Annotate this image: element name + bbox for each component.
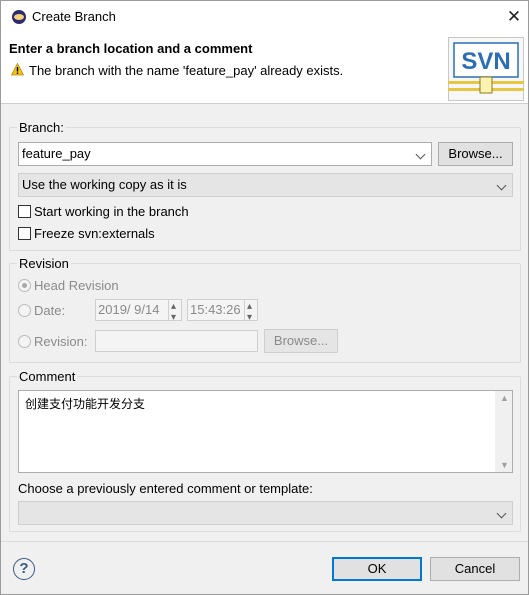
window-title: Create Branch: [32, 9, 116, 24]
comment-text: 创建支付功能开发分支: [25, 397, 146, 411]
footer-divider: [1, 541, 528, 542]
revision-browse-button[interactable]: Browse...: [264, 329, 338, 353]
head-revision-label[interactable]: Head Revision: [34, 278, 119, 293]
branch-location-value: feature_pay: [22, 146, 91, 161]
header-title: Enter a branch location and a comment: [9, 41, 253, 56]
svn-logo-text: SVN: [461, 48, 510, 75]
date-value: 2019/ 9/14: [98, 302, 160, 317]
chevron-down-icon[interactable]: [496, 174, 508, 196]
time-spinner-icon[interactable]: [244, 297, 257, 328]
date-picker[interactable]: 2019/ 9/14: [95, 297, 182, 328]
create-branch-dialog: Create Branch ✕ Enter a branch location …: [0, 0, 529, 595]
scroll-down-icon[interactable]: ▼: [500, 460, 509, 470]
eclipse-icon: [12, 10, 26, 24]
dialog-header: Enter a branch location and a comment Th…: [1, 33, 528, 104]
scroll-up-icon[interactable]: ▲: [500, 393, 509, 403]
comment-textarea[interactable]: 创建支付功能开发分支 ▲ ▼: [18, 390, 513, 473]
help-icon[interactable]: ?: [13, 558, 35, 580]
time-value: 15:43:26: [190, 302, 241, 317]
svn-logo: SVN: [448, 37, 524, 101]
previous-comment-combo[interactable]: [18, 501, 513, 525]
start-working-label[interactable]: Start working in the branch: [34, 204, 189, 219]
comment-group-label: Comment: [17, 369, 78, 384]
warning-icon: [11, 63, 24, 76]
date-label[interactable]: Date:: [34, 303, 65, 318]
copy-mode-combo[interactable]: Use the working copy as it is: [18, 173, 513, 197]
date-radio[interactable]: [18, 304, 31, 317]
close-icon[interactable]: ✕: [500, 1, 528, 33]
cancel-button[interactable]: Cancel: [430, 557, 520, 581]
ok-button[interactable]: OK: [332, 557, 422, 581]
chevron-down-icon[interactable]: [496, 502, 508, 524]
freeze-externals-label[interactable]: Freeze svn:externals: [34, 226, 155, 241]
branch-location-combo[interactable]: feature_pay: [18, 142, 432, 166]
branch-browse-button[interactable]: Browse...: [438, 142, 513, 166]
revision-radio[interactable]: [18, 335, 31, 348]
revision-group-label: Revision: [17, 256, 71, 271]
comment-scrollbar[interactable]: ▲ ▼: [495, 391, 512, 472]
head-revision-radio[interactable]: [18, 279, 31, 292]
copy-mode-value: Use the working copy as it is: [22, 177, 187, 192]
chevron-down-icon[interactable]: [415, 143, 427, 165]
date-spinner-icon[interactable]: [168, 297, 181, 328]
header-message: The branch with the name 'feature_pay' a…: [29, 63, 344, 78]
branch-group-label: Branch:: [17, 120, 66, 135]
revision-number-field[interactable]: [95, 330, 258, 352]
revision-label[interactable]: Revision:: [34, 334, 87, 349]
time-picker[interactable]: 15:43:26: [187, 297, 258, 328]
previous-comment-label: Choose a previously entered comment or t…: [18, 481, 313, 496]
start-working-checkbox[interactable]: [18, 205, 31, 218]
title-bar: Create Branch ✕: [1, 1, 528, 33]
freeze-externals-checkbox[interactable]: [18, 227, 31, 240]
